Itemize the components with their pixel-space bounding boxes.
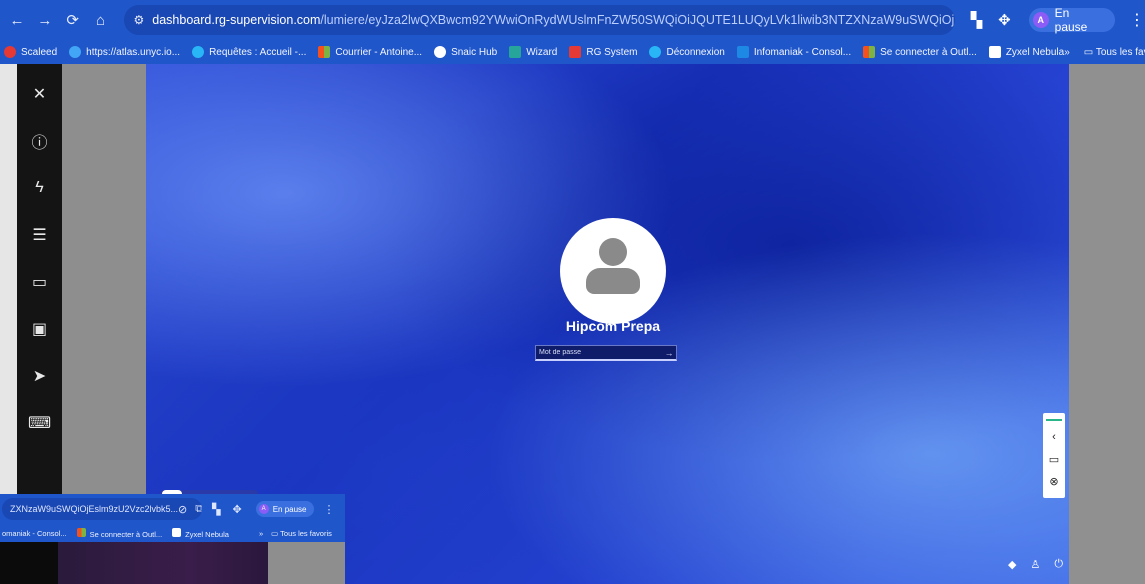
extension-icon[interactable]: ▚ [212,503,220,516]
overlay-toolbar: ZXNzaW9uSWQiOjEslm9zU2Vzc2lvbk5... ⊘ ⧉ ☆… [0,494,345,524]
close-icon[interactable]: ✕ [24,78,56,110]
browser-toolbar: ← → ⟳ ⌂ ⚙ dashboard.rg-supervision.com/l… [0,0,1145,40]
bookmark-favicon-icon [76,527,86,537]
folder-icon: ▭ [271,528,279,538]
bookmark-favicon-icon [434,46,447,58]
bookmark-item[interactable]: omaniak - Consol... [2,529,67,538]
bookmark-favicon-icon [569,46,582,58]
profile-button[interactable]: A En pause [1028,6,1116,34]
back-icon[interactable]: ← [6,9,28,31]
file-transfer-icon[interactable]: ▣ [24,313,56,345]
chevron-left-icon[interactable]: ‹ [1046,429,1062,445]
keyboard-icon[interactable]: ⌨ [24,407,56,439]
bookmark-favicon-icon [649,46,662,58]
overlay-address-bar[interactable]: ZXNzaW9uSWQiOjEslm9zU2Vzc2lvbk5... ⊘ ⧉ ☆ [2,498,202,520]
system-tray: ◆ ♙ ⏻ [1008,558,1063,571]
url-path: /lumiere/eyJza2lwQXBwcm92YWwiOnRydWUslmF… [320,13,955,27]
bookmark-item[interactable]: Courrier - Antoine... [318,46,422,58]
password-input[interactable] [536,346,662,359]
screen: ← → ⟳ ⌂ ⚙ dashboard.rg-supervision.com/l… [0,0,1145,584]
folder-icon: ▭ [1083,46,1094,58]
bookmark-favicon-icon [736,46,749,58]
power-icon[interactable]: ⏻ [1054,558,1063,571]
overlay-window[interactable]: ZXNzaW9uSWQiOjEslm9zU2Vzc2lvbk5... ⊘ ⧉ ☆… [0,494,345,584]
extensions-puzzle-icon[interactable]: ✥ [998,11,1011,29]
avatar: A [1032,12,1049,28]
bookmark-item[interactable]: Déconnexion [649,46,725,58]
cast-icon[interactable]: ⧉ [195,503,202,516]
monitor-icon[interactable]: ▭ [24,266,56,298]
bookmark-item[interactable]: Requêtes : Accueil -... [192,46,306,58]
profile-status: En pause [1054,6,1088,34]
extension-icon[interactable]: ▚ [971,11,983,29]
bookmark-favicon-icon [4,46,16,58]
bookmark-item[interactable]: Zyxel Nebula [172,527,229,539]
extensions-puzzle-icon[interactable]: ✥ [232,503,241,516]
password-field[interactable]: → [535,345,677,361]
bookmark-favicon-icon [988,46,1001,58]
bookmark-item[interactable]: https://atlas.unyc.io... [69,46,180,58]
all-bookmarks-folder[interactable]: ▭ Tous les favoris [1084,47,1145,58]
address-bar[interactable]: ⚙ dashboard.rg-supervision.com/lumiere/e… [123,5,955,35]
bookmark-item[interactable]: Zyxel Nebula [988,46,1064,58]
info-icon[interactable]: ⓘ [24,125,56,157]
bookmark-item[interactable]: Se connecter à Outl... [76,527,162,539]
user-avatar [560,218,666,324]
no-tracking-icon[interactable]: ⊘ [178,503,187,516]
lightning-icon[interactable]: ϟ [24,172,56,204]
home-icon[interactable]: ⌂ [90,9,112,31]
user-avatar-icon [599,238,627,266]
bookmark-favicon-icon [69,46,82,58]
floating-toolbar: ‹ ▭ ⊗ [1043,413,1065,498]
menu-kebab-icon[interactable]: ⋮ [324,503,335,516]
reload-icon[interactable]: ⟳ [62,9,84,31]
url-host: dashboard.rg-supervision.com [152,13,321,27]
bookmark-favicon-icon [318,46,331,58]
avatar: A [258,504,269,514]
bookmark-favicon-icon [192,46,205,58]
bookmark-item[interactable]: Wizard [509,46,557,58]
bookmark-item[interactable]: Snaic Hub [434,46,497,58]
bookmark-item[interactable]: RG System [569,46,637,58]
login-user-name: Hipcom Prepa [565,318,661,334]
close-circle-icon[interactable]: ⊗ [1046,473,1062,489]
overlay-profile-button[interactable]: A En pause [255,501,314,517]
overlay-content [0,542,345,584]
bookmarks-more-button[interactable]: » [1064,47,1070,58]
bookmark-item[interactable]: Scaleed [4,46,57,58]
menu-kebab-icon[interactable]: ⋮ [1129,10,1145,30]
screen-icon[interactable]: ▭ [1046,451,1062,467]
overlay-bookmarks-bar: omaniak - Consol... Se connecter à Outl.… [0,524,345,542]
bookmark-item[interactable]: Infomaniak - Consol... [736,46,851,58]
wifi-icon[interactable]: ◆ [1008,558,1016,571]
bookmarks-bar: Scaleed https://atlas.unyc.io... Requête… [0,40,1145,64]
cursor-icon[interactable]: ➤ [24,360,56,392]
letterbox-right [1069,64,1145,584]
forward-icon[interactable]: → [34,9,56,31]
accessibility-icon[interactable]: ♙ [1030,558,1040,571]
bookmark-favicon-icon [863,46,876,58]
settings-sliders-icon[interactable]: ☰ [24,219,56,251]
site-settings-icon[interactable]: ⚙ [134,13,145,27]
bookmarks-more-button[interactable]: » [259,529,263,538]
bookmark-favicon-icon [509,46,522,58]
bookmark-item[interactable]: Se connecter à Outl... [863,46,977,58]
submit-arrow-icon[interactable]: → [662,348,676,358]
all-bookmarks-folder[interactable]: ▭ Tous les favoris [271,529,332,538]
bookmark-favicon-icon [172,527,182,537]
